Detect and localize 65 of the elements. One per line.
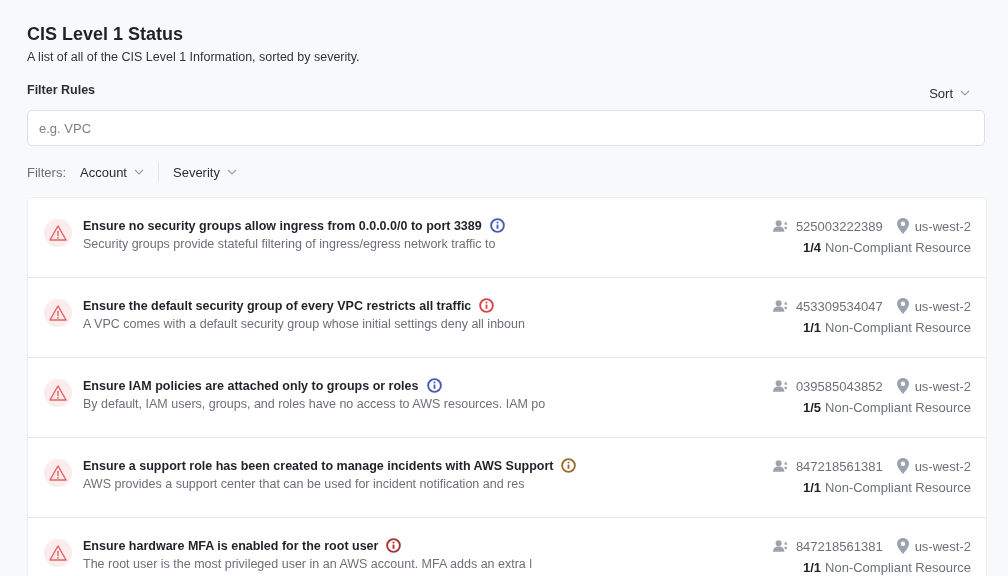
users-icon	[772, 539, 790, 553]
info-icon[interactable]	[479, 298, 495, 313]
rule-description: By default, IAM users, groups, and roles have no access to AWS resources. IAM po	[83, 397, 547, 411]
info-icon[interactable]	[489, 218, 505, 233]
resource-count: 1/1	[802, 320, 822, 335]
account-id: 847218561381	[795, 458, 883, 474]
filter-dropdown[interactable]: Account	[80, 164, 144, 180]
info-icon[interactable]	[561, 458, 577, 473]
resource-count: 1/5	[802, 400, 822, 415]
rule-title: Ensure no security groups allow ingress from 0.0.0.0/0 to port 3389	[83, 218, 482, 233]
users-icon	[772, 219, 790, 233]
region-label: us-west-2	[914, 218, 971, 234]
filter-dropdown[interactable]: Severity	[173, 164, 237, 180]
rule-description: A VPC comes with a default security group whose initial settings deny all inboun	[83, 317, 526, 331]
chevron-icon	[226, 169, 237, 175]
rule-description: The root user is the most privileged user in an AWS account. MFA adds an extra l	[83, 557, 534, 571]
filter-label: Filter Rules	[27, 83, 96, 97]
users-icon	[772, 299, 790, 313]
region-label: us-west-2	[914, 458, 971, 474]
info-icon[interactable]	[386, 538, 402, 553]
chevron-icon	[134, 169, 144, 175]
region-label: us-west-2	[914, 378, 971, 394]
rule-title: Ensure a support role has been created to manage incidents with AWS Support	[83, 458, 554, 473]
sort-dropdown[interactable]: Sort	[929, 85, 970, 101]
info-icon[interactable]	[426, 378, 442, 393]
rule-description: AWS provides a support center that can be used for incident notification and res	[83, 477, 526, 491]
location-pin-icon	[896, 538, 909, 554]
rule-title: Ensure the default security group of every VPC restricts all traffic	[83, 298, 472, 313]
rule-description: Security groups provide stateful filtering of ingress/egress network traffic to	[83, 237, 497, 251]
resource-count-label: Non-Compliant Resource	[825, 240, 971, 255]
account-id: 525003222389	[795, 218, 883, 234]
rule-row[interactable]: Ensure no security groups allow ingress from 0.0.0.0/0 to port 3389 Security groups provide stateful filtering of ingress/egress network traffic to 525003222389 us-west-2 1/4 Non-Compliant Resource	[28, 198, 986, 278]
location-pin-icon	[896, 298, 909, 314]
users-icon	[772, 379, 790, 393]
users-icon	[772, 459, 790, 473]
warning-icon	[44, 299, 72, 327]
rule-row[interactable]: Ensure hardware MFA is enabled for the root user The root user is the most privileged user in an AWS account. MFA adds an extra l 847218561381 us-west-2 1/1 Non-Compliant Resource	[28, 518, 986, 576]
resource-count-label: Non-Compliant Resource	[825, 480, 971, 495]
region-label: us-west-2	[914, 298, 971, 314]
resource-count-label: Non-Compliant Resource	[825, 400, 971, 415]
filters-label: Filters:	[27, 164, 66, 180]
chevron-icon	[960, 90, 970, 96]
warning-icon	[44, 379, 72, 407]
resource-count: 1/1	[802, 480, 822, 495]
region-label: us-west-2	[914, 538, 971, 554]
resource-count-label: Non-Compliant Resource	[825, 560, 971, 575]
page-title: CIS Level 1 Status	[27, 23, 185, 46]
rule-row[interactable]: Ensure IAM policies are attached only to groups or roles By default, IAM users, groups, and roles have no access to AWS resources. IAM po 039585043852 us-west-2 1/5 Non-Compliant Resource	[28, 358, 986, 438]
account-id: 039585043852	[795, 378, 883, 394]
rule-row[interactable]: Ensure the default security group of every VPC restricts all traffic A VPC comes with a default security group whose initial settings deny all inboun 453309534047 us-west-2 1/1 Non-Compliant Resource	[28, 278, 986, 358]
location-pin-icon	[896, 218, 909, 234]
account-id: 453309534047	[795, 298, 883, 314]
filter-input[interactable]: e.g. VPC	[27, 110, 985, 146]
warning-icon	[44, 219, 72, 247]
page-subtitle: A list of all of the CIS Level 1 Information, sorted by severity.	[27, 49, 361, 65]
warning-icon	[44, 539, 72, 567]
account-id: 847218561381	[795, 538, 883, 554]
warning-icon	[44, 459, 72, 487]
resource-count: 1/1	[802, 560, 822, 575]
resource-count-label: Non-Compliant Resource	[825, 320, 971, 335]
rule-title: Ensure IAM policies are attached only to groups or roles	[83, 378, 419, 393]
rule-title: Ensure hardware MFA is enabled for the root user	[83, 538, 379, 553]
resource-count: 1/4	[802, 240, 822, 255]
location-pin-icon	[896, 378, 909, 394]
location-pin-icon	[896, 458, 909, 474]
